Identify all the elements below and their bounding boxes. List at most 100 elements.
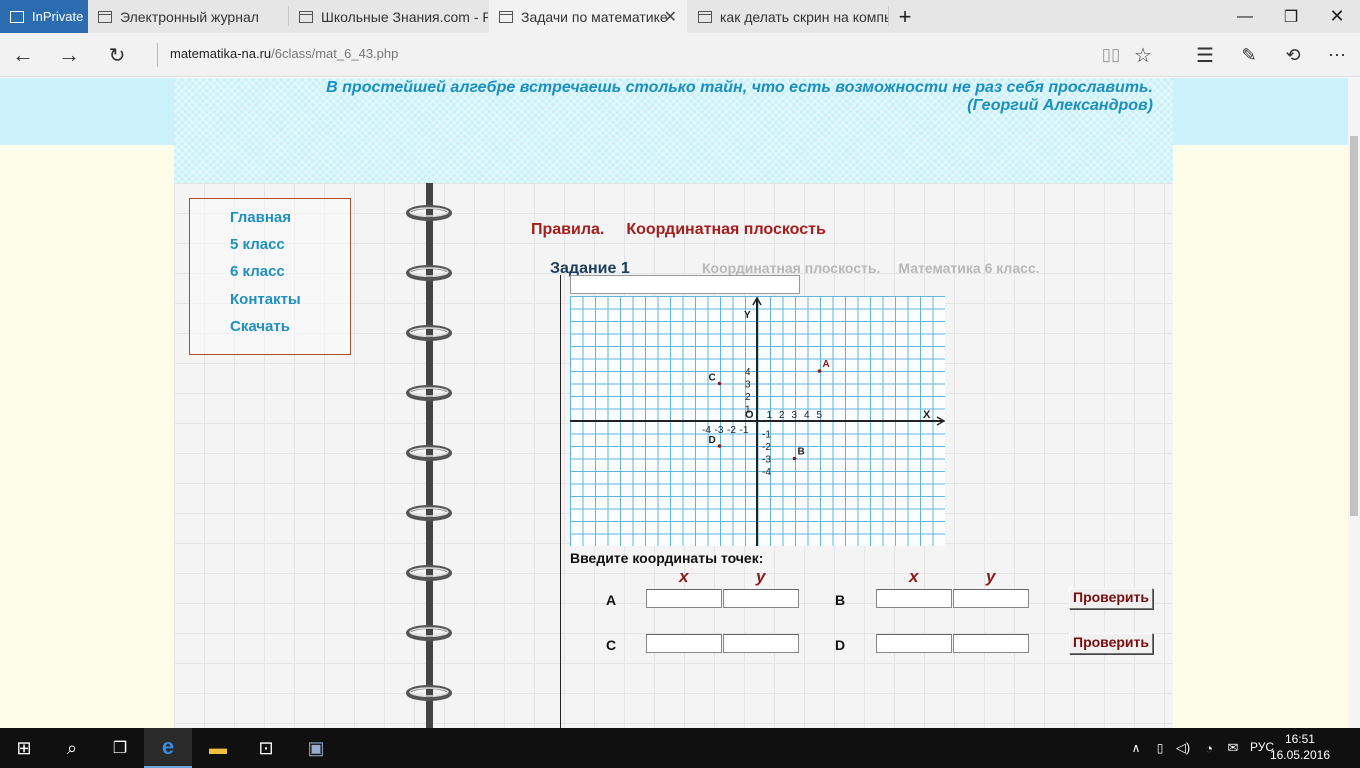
- point-d-label: D: [835, 637, 846, 653]
- network-icon[interactable]: ◔: [1198, 728, 1220, 768]
- input-prompt: Введите координаты точек:: [570, 550, 764, 566]
- y-tick-label: 4: [745, 367, 751, 378]
- topic-link[interactable]: Координатная плоскость: [626, 221, 825, 238]
- y-tick-label: -1: [762, 430, 771, 441]
- menu-item-grade6[interactable]: 6 класс: [230, 263, 285, 280]
- task-subtitle: Координатная плоскость. Математика 6 клас…: [702, 260, 1058, 276]
- point-b-label: B: [798, 447, 805, 458]
- rules-link[interactable]: Правила.: [531, 221, 604, 238]
- point-b-x-input[interactable]: [876, 589, 952, 608]
- tab-bar: InPrivate Электронный журнал Школьные Зн…: [0, 0, 1360, 33]
- share-icon[interactable]: ⟲: [1270, 33, 1316, 77]
- menu-item-grade5[interactable]: 5 класс: [230, 236, 285, 253]
- volume-icon[interactable]: ◁): [1172, 728, 1194, 768]
- inprivate-label: InPrivate: [32, 9, 84, 24]
- point-c-y-input[interactable]: [723, 634, 799, 653]
- menu-item-home[interactable]: Главная: [230, 209, 291, 226]
- refresh-button[interactable]: ↻: [94, 33, 140, 77]
- y-axis-label: Y: [744, 310, 751, 321]
- task-sub-grade: Математика 6 класс.: [898, 260, 1040, 276]
- tab-screenshot[interactable]: как делать скрин на компь: [688, 0, 888, 33]
- tab-label: Школьные Знания.com - Ре: [321, 8, 488, 25]
- point-a-marker: [817, 369, 822, 373]
- more-icon[interactable]: ⋯: [1314, 33, 1360, 77]
- tab-label: Электронный журнал: [120, 8, 259, 25]
- menu-item-download[interactable]: Скачать: [230, 318, 290, 335]
- y-tick-label: -4: [762, 467, 771, 478]
- point-c-marker: [717, 381, 722, 386]
- minimize-button[interactable]: —: [1222, 0, 1268, 33]
- restore-button[interactable]: ❐: [1268, 0, 1314, 33]
- notebook-spiral: [406, 183, 452, 728]
- point-c-x-input[interactable]: [646, 634, 722, 653]
- menu-item-contacts[interactable]: Контакты: [230, 291, 301, 308]
- check-ab-button[interactable]: Проверить: [1069, 588, 1153, 609]
- point-a-y-input[interactable]: [723, 589, 799, 608]
- point-b-y-input[interactable]: [953, 589, 1029, 608]
- point-c-label: C: [709, 373, 716, 384]
- app-icon[interactable]: ▣: [292, 728, 340, 768]
- web-note-icon[interactable]: ✎: [1226, 33, 1272, 77]
- content-area: Главная 5 класс 6 класс Контакты Скачать…: [174, 183, 1173, 728]
- x-tick-label: 4: [804, 410, 810, 421]
- show-hidden-icons-icon[interactable]: ∧: [1124, 728, 1148, 768]
- point-b-label: B: [835, 592, 846, 608]
- web-page: В простейшей алгебре встречаешь столько …: [0, 78, 1348, 728]
- scrollbar-thumb[interactable]: [1350, 136, 1358, 516]
- hub-icon[interactable]: ☰: [1182, 33, 1228, 77]
- y-tick-label: -3: [762, 455, 771, 466]
- edge-browser-icon[interactable]: e: [144, 728, 192, 768]
- inprivate-badge: InPrivate: [0, 0, 88, 33]
- point-a-x-input[interactable]: [646, 589, 722, 608]
- search-icon[interactable]: ⌕: [48, 728, 96, 768]
- tab-znaniya[interactable]: Школьные Знания.com - Ре: [289, 0, 488, 33]
- coordinate-plane: XYO-4 -3 -2 -11 2 3 4 54321-1-2-3-4ABCD: [570, 296, 945, 546]
- battery-icon[interactable]: ▯: [1150, 728, 1170, 768]
- store-icon[interactable]: ⊡: [242, 728, 290, 768]
- url-path: /6class/mat_6_43.php: [271, 46, 399, 61]
- col-x-label: x: [679, 567, 689, 586]
- back-button[interactable]: ←: [0, 33, 46, 77]
- col-x-label: x: [909, 567, 919, 586]
- clock[interactable]: 16:51 16.05.2016: [1270, 731, 1330, 763]
- y-tick-label: 1: [745, 405, 751, 416]
- header-quote: В простейшей алгебре встречаешь столько …: [326, 79, 1153, 115]
- favorite-star-icon[interactable]: ☆: [1120, 33, 1166, 77]
- side-menu: Главная 5 класс 6 класс Контакты Скачать: [189, 198, 351, 355]
- file-explorer-icon[interactable]: ▬: [194, 728, 242, 768]
- url-field[interactable]: matematika-na.ru/6class/mat_6_43.php: [170, 46, 398, 61]
- task-view-icon[interactable]: ❐: [96, 728, 144, 768]
- close-tab-icon[interactable]: ✕: [664, 7, 677, 27]
- point-d-label: D: [709, 435, 716, 446]
- point-c-label: C: [606, 637, 617, 653]
- url-domain: matematika-na.ru: [170, 46, 272, 61]
- page-icon: [499, 10, 513, 23]
- col-y-label: y: [986, 567, 996, 586]
- answer-status-field: [570, 275, 800, 294]
- address-bar-row: ← → ↻ matematika-na.ru/6class/mat_6_43.p…: [0, 33, 1360, 77]
- x-axis-label: X: [923, 409, 931, 421]
- site-header: В простейшей алгебре встречаешь столько …: [174, 78, 1173, 183]
- page-icon: [299, 10, 313, 23]
- x-tick-label: 2: [779, 410, 785, 421]
- close-window-button[interactable]: ✕: [1314, 0, 1360, 33]
- page-icon: [698, 10, 712, 23]
- clock-date: 16.05.2016: [1269, 748, 1330, 762]
- start-windows-icon[interactable]: ⊞: [0, 728, 48, 768]
- tab-journal[interactable]: Электронный журнал: [88, 0, 288, 33]
- notification-icon[interactable]: ✉: [1222, 728, 1244, 768]
- point-d-y-input[interactable]: [953, 634, 1029, 653]
- col-y-label: y: [756, 567, 766, 586]
- page-scrollbar[interactable]: [1348, 78, 1360, 728]
- tab-math-tasks[interactable]: Задачи по математике ✕: [489, 0, 687, 33]
- point-d-marker: [717, 444, 722, 448]
- forward-button[interactable]: →: [46, 33, 92, 77]
- check-cd-button[interactable]: Проверить: [1069, 633, 1153, 654]
- point-d-x-input[interactable]: [876, 634, 952, 653]
- tab-label: как делать скрин на компь: [720, 8, 888, 25]
- clock-time: 16:51: [1284, 732, 1315, 746]
- new-tab-button[interactable]: +: [882, 0, 928, 33]
- y-tick-label: 3: [745, 380, 751, 391]
- point-b-marker: [792, 456, 797, 461]
- page-icon: [98, 10, 112, 23]
